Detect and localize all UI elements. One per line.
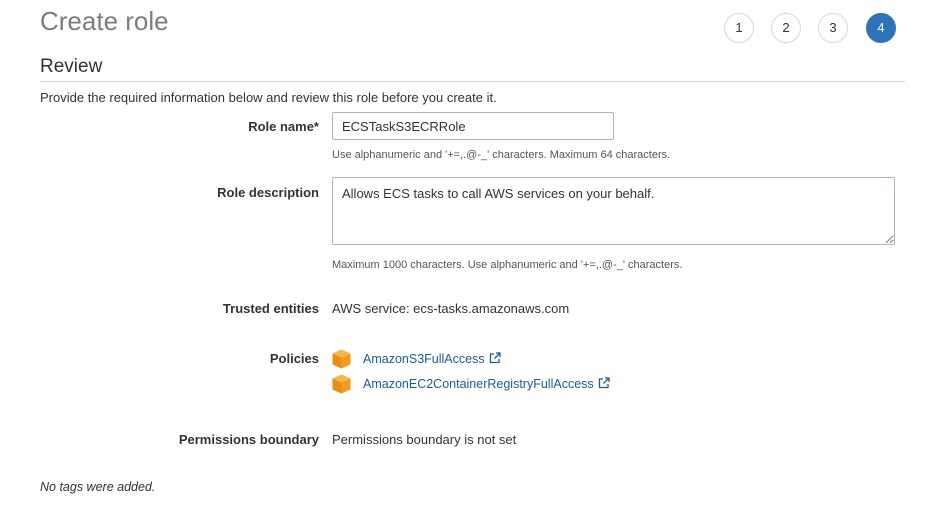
role-name-input[interactable] (332, 112, 614, 140)
policy-link-ec2-container-registry-full-access[interactable]: AmazonEC2ContainerRegistryFullAccess (363, 377, 610, 391)
divider (40, 81, 905, 82)
no-tags-message: No tags were added. (40, 480, 156, 494)
role-description-help: Maximum 1000 characters. Use alphanumeri… (332, 259, 683, 271)
trusted-entities-value: AWS service: ecs-tasks.amazonaws.com (332, 301, 570, 316)
policy-cube-icon (332, 349, 351, 369)
permissions-boundary-value: Permissions boundary is not set (332, 432, 517, 447)
intro-text: Provide the required information below a… (40, 90, 497, 105)
policy-link-s3-full-access[interactable]: AmazonS3FullAccess (363, 352, 501, 366)
trusted-entities-label: Trusted entities (222, 301, 319, 316)
step-3[interactable]: 3 (818, 13, 848, 43)
step-2[interactable]: 2 (771, 13, 801, 43)
role-name-label: Role name* (248, 119, 319, 134)
external-link-icon (489, 352, 501, 364)
policy-name: AmazonEC2ContainerRegistryFullAccess (363, 377, 594, 391)
role-name-help: Use alphanumeric and '+=,.@-_' character… (332, 149, 671, 161)
policy-cube-icon (332, 374, 351, 394)
policy-name: AmazonS3FullAccess (363, 352, 485, 366)
page-title: Create role (40, 6, 169, 36)
external-link-icon (598, 377, 610, 389)
step-4-current: 4 (866, 13, 896, 43)
role-description-textarea[interactable]: Allows ECS tasks to call AWS services on… (332, 177, 895, 245)
role-description-label: Role description (217, 185, 319, 200)
permissions-boundary-label: Permissions boundary (178, 432, 319, 447)
policies-label: Policies (269, 351, 319, 366)
section-title: Review (40, 56, 103, 77)
step-1[interactable]: 1 (724, 13, 754, 43)
